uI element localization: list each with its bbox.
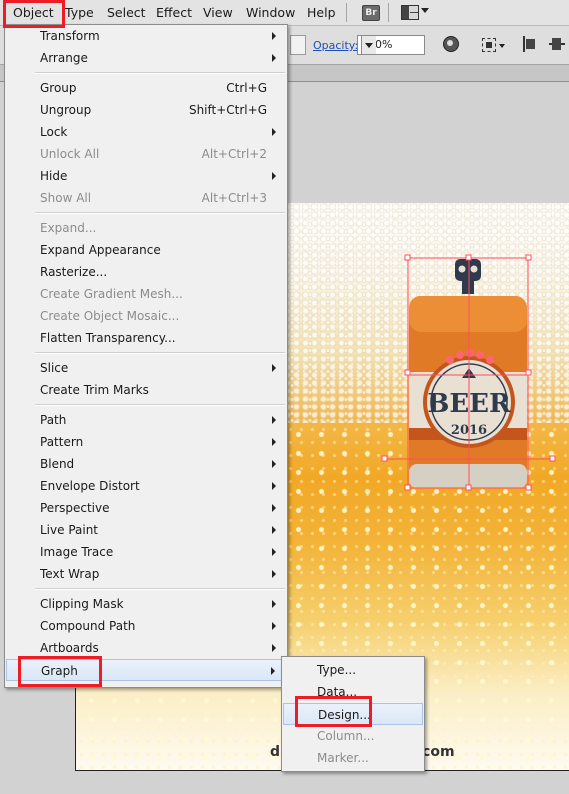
menu-item-perspective[interactable]: Perspective bbox=[6, 497, 286, 519]
submenu-arrow-icon bbox=[272, 416, 276, 424]
menubar: Object Type Select Effect View Window He… bbox=[0, 0, 569, 26]
menu-item-text-wrap[interactable]: Text Wrap bbox=[6, 563, 286, 585]
menu-item-lock[interactable]: Lock bbox=[6, 121, 286, 143]
submenu-arrow-icon bbox=[272, 526, 276, 534]
annotation-highlight-graph bbox=[18, 656, 102, 687]
menu-item-blend[interactable]: Blend bbox=[6, 453, 286, 475]
opacity-field[interactable]: 100% bbox=[357, 35, 425, 55]
menu-item-create-gradient-mesh: Create Gradient Mesh... bbox=[40, 287, 183, 301]
opacity-label[interactable]: Opacity: bbox=[313, 39, 358, 52]
submenu-arrow-icon bbox=[272, 460, 276, 468]
menu-item-rasterize[interactable]: Rasterize... bbox=[6, 261, 286, 283]
can-bottom-band bbox=[409, 464, 527, 488]
menu-item-transform[interactable]: Transform bbox=[6, 25, 286, 47]
menu-type[interactable]: Type bbox=[65, 5, 94, 20]
submenu-item-marker: Marker... bbox=[317, 751, 369, 765]
menu-item-pattern[interactable]: Pattern bbox=[6, 431, 286, 453]
submenu-arrow-icon bbox=[272, 482, 276, 490]
menu-item-path[interactable]: Path bbox=[6, 409, 286, 431]
menu-separator bbox=[35, 588, 285, 590]
menu-item-unlock-all: Unlock All Alt+Ctrl+2 bbox=[40, 147, 267, 161]
menu-item-expand-appearance[interactable]: Expand Appearance bbox=[6, 239, 286, 261]
submenu-arrow-icon bbox=[272, 172, 276, 180]
menu-item-expand: Expand... bbox=[40, 221, 97, 235]
submenu-arrow-icon bbox=[271, 667, 275, 675]
chevron-down-icon[interactable] bbox=[499, 44, 505, 48]
submenu-arrow-icon bbox=[272, 570, 276, 578]
recolor-artwork-icon[interactable] bbox=[443, 36, 459, 52]
menu-item-flatten-transparency[interactable]: Flatten Transparency... bbox=[6, 327, 286, 349]
menu-separator bbox=[35, 212, 285, 214]
submenu-arrow-icon bbox=[272, 54, 276, 62]
menu-separator bbox=[35, 72, 285, 74]
annotation-highlight-design bbox=[295, 696, 372, 727]
menu-item-compound-path[interactable]: Compound Path bbox=[6, 615, 286, 637]
submenu-arrow-icon bbox=[272, 548, 276, 556]
menu-help[interactable]: Help bbox=[307, 5, 336, 20]
menubar-divider bbox=[346, 3, 347, 22]
can-top-band bbox=[409, 296, 527, 332]
align-left-icon[interactable] bbox=[523, 36, 539, 52]
submenu-arrow-icon bbox=[272, 438, 276, 446]
submenu-arrow-icon bbox=[272, 32, 276, 40]
menu-view[interactable]: View bbox=[203, 5, 233, 20]
submenu-item-column: Column... bbox=[317, 729, 375, 743]
menu-item-live-paint[interactable]: Live Paint bbox=[6, 519, 286, 541]
menu-item-image-trace[interactable]: Image Trace bbox=[6, 541, 286, 563]
menu-item-create-trim-marks[interactable]: Create Trim Marks bbox=[6, 379, 286, 401]
align-center-icon[interactable] bbox=[549, 36, 565, 52]
menu-item-envelope-distort[interactable]: Envelope Distort bbox=[6, 475, 286, 497]
beer-can-artwork[interactable]: BEER 2016 bbox=[380, 250, 560, 500]
menu-item-slice[interactable]: Slice bbox=[6, 357, 286, 379]
menu-separator bbox=[35, 352, 285, 354]
chevron-down-icon[interactable] bbox=[361, 36, 376, 54]
object-menu-dropdown: Transform Arrange Group Ctrl+G Ungroup Shi… bbox=[4, 24, 288, 688]
menu-item-clipping-mask[interactable]: Clipping Mask bbox=[6, 593, 286, 615]
menu-item-group[interactable]: Group Ctrl+G bbox=[6, 77, 286, 99]
stroke-weight-dropdown[interactable] bbox=[290, 35, 306, 55]
submenu-item-type[interactable]: Type... bbox=[283, 659, 423, 681]
submenu-arrow-icon bbox=[272, 600, 276, 608]
menu-separator bbox=[35, 404, 285, 406]
menu-item-ungroup[interactable]: Ungroup Shift+Ctrl+G bbox=[6, 99, 286, 121]
menu-select[interactable]: Select bbox=[107, 5, 146, 20]
bridge-icon[interactable]: Br bbox=[362, 5, 380, 21]
annotation-highlight-object bbox=[3, 0, 65, 28]
submenu-arrow-icon bbox=[272, 128, 276, 136]
menu-item-arrange[interactable]: Arrange bbox=[6, 47, 286, 69]
submenu-arrow-icon bbox=[272, 364, 276, 372]
submenu-arrow-icon bbox=[272, 622, 276, 630]
menu-effect[interactable]: Effect bbox=[156, 5, 192, 20]
submenu-arrow-icon bbox=[272, 644, 276, 652]
menu-window[interactable]: Window bbox=[246, 5, 295, 20]
menu-item-hide[interactable]: Hide bbox=[6, 165, 286, 187]
workspace-switcher-icon[interactable] bbox=[401, 5, 429, 20]
menu-item-show-all: Show All Alt+Ctrl+3 bbox=[40, 191, 267, 205]
menubar-divider bbox=[388, 3, 389, 22]
submenu-arrow-icon bbox=[272, 504, 276, 512]
can-tab-icon bbox=[455, 259, 481, 294]
menu-item-create-object-mosaic: Create Object Mosaic... bbox=[40, 309, 180, 323]
select-similar-icon[interactable] bbox=[482, 38, 496, 52]
